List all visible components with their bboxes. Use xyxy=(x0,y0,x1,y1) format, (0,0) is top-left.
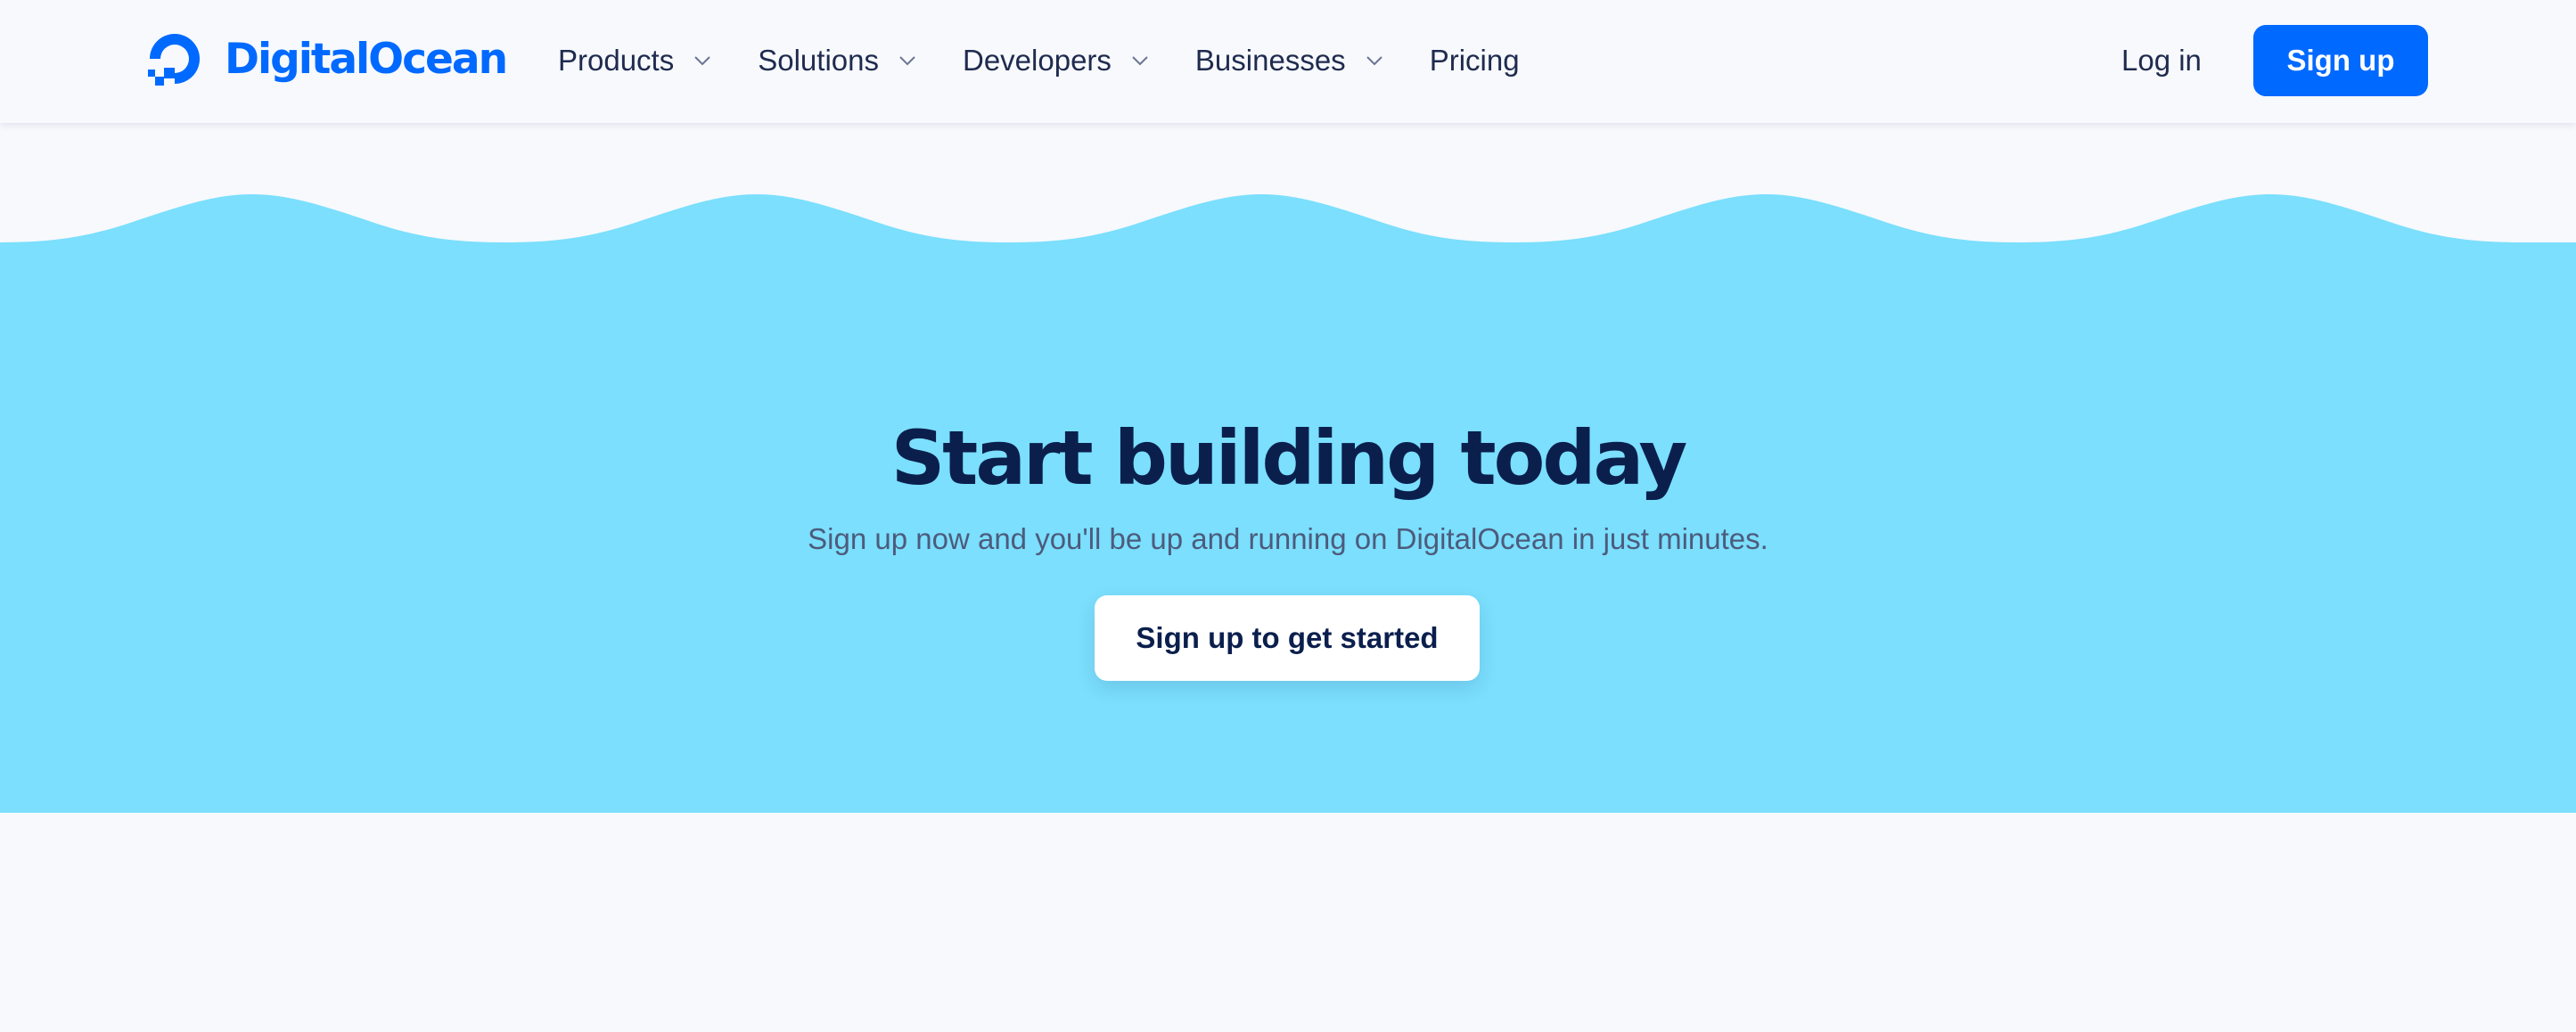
nav-item-businesses[interactable]: Businesses xyxy=(1195,44,1383,78)
site-header: DigitalOcean Products Solutions Develope… xyxy=(0,0,2576,123)
nav-item-label: Pricing xyxy=(1429,44,1520,77)
chevron-down-icon xyxy=(899,56,915,66)
nav-item-label: Developers xyxy=(963,44,1112,77)
chevron-down-icon xyxy=(694,56,710,66)
login-link[interactable]: Log in xyxy=(2121,39,2202,82)
signup-button[interactable]: Sign up xyxy=(2253,25,2428,96)
nav-item-pricing[interactable]: Pricing xyxy=(1430,44,1520,78)
nav-item-label: Businesses xyxy=(1194,44,1346,77)
nav-item-products[interactable]: Products xyxy=(558,44,711,78)
nav-item-label: Products xyxy=(558,44,675,77)
hero-section: Start building today Sign up now and you… xyxy=(0,242,2576,813)
digitalocean-logo-icon xyxy=(148,34,200,86)
main-nav: Products Solutions Developers Businesses… xyxy=(558,0,1566,121)
chevron-down-icon xyxy=(1366,56,1382,66)
hero-subtitle: Sign up now and you'll be up and running… xyxy=(808,522,1768,555)
signup-cta-button[interactable]: Sign up to get started xyxy=(1095,595,1480,681)
digitalocean-logo[interactable]: DigitalOcean xyxy=(144,28,508,90)
chevron-down-icon xyxy=(1132,56,1148,66)
brand-name: DigitalOcean xyxy=(225,34,508,84)
nav-item-label: Solutions xyxy=(758,44,879,77)
nav-item-developers[interactable]: Developers xyxy=(963,44,1149,78)
hero-title: Start building today xyxy=(890,414,1688,502)
nav-item-solutions[interactable]: Solutions xyxy=(758,44,916,78)
hero-wave-decoration xyxy=(0,194,2576,250)
